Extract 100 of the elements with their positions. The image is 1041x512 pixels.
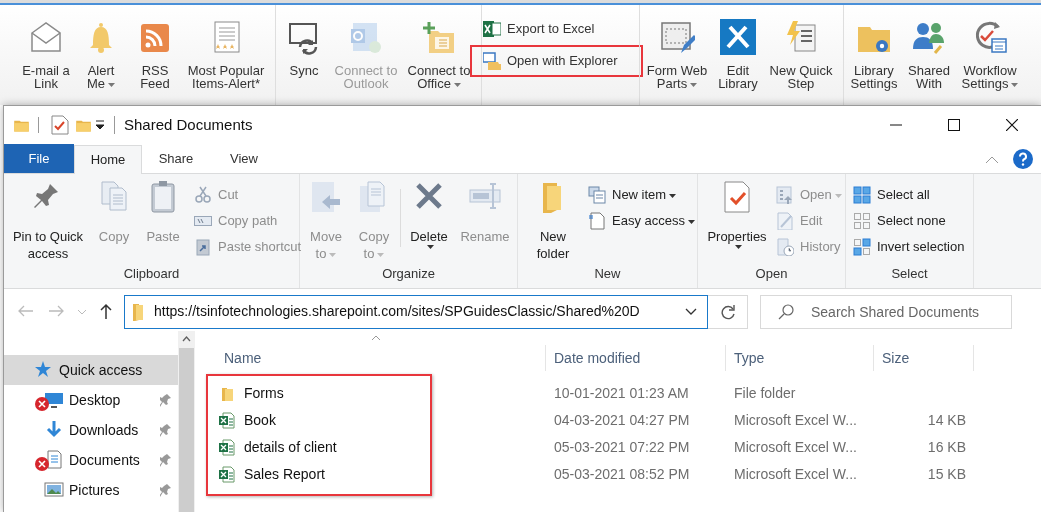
address-field[interactable]: https://tsinfotechnologies.sharepoint.com/sites/SPGuidesClassic/Shared%20D [124, 294, 708, 329]
pin-icon [160, 423, 172, 437]
column-header[interactable]: Name [216, 345, 546, 371]
table-cell-text: Microsoft Excel W... [733, 465, 858, 484]
column-header[interactable]: Type [726, 345, 874, 371]
nav-item[interactable]: Quick access [4, 355, 178, 385]
error-icon [35, 457, 49, 471]
group-label: New [593, 264, 622, 283]
caret-icon [685, 308, 697, 315]
caret-icon [77, 308, 87, 315]
chevron-up-icon [985, 156, 999, 164]
ribbon-button[interactable]: Pin to Quick access [6, 179, 90, 264]
ribbon-tab[interactable]: File [4, 144, 74, 173]
properties-icon [51, 115, 69, 135]
scrollbar[interactable] [178, 331, 195, 512]
ribbon-button[interactable]: Alert Me [75, 5, 127, 105]
tools-icon [720, 19, 756, 55]
group-label: Organize [381, 264, 436, 283]
ribbon-button[interactable]: Properties [700, 179, 774, 264]
history-icon [776, 238, 794, 256]
file-name[interactable]: Forms [244, 383, 284, 404]
search-icon [778, 303, 794, 320]
window-title: Shared Documents [124, 114, 253, 135]
ribbon-button[interactable]: Sync [277, 5, 331, 105]
sort-caret-icon [371, 335, 381, 341]
download-arrow-icon [44, 420, 64, 440]
folder-icon [131, 302, 145, 321]
table-cell-text: 05-03-2021 08:52 PM [553, 465, 691, 484]
ribbon-button[interactable]: Invert selection [853, 234, 965, 260]
ribbon-button[interactable]: Edit Library [713, 5, 763, 105]
table-cell-text: 14 KB [926, 411, 967, 430]
table-cell-text: 15 KB [926, 465, 967, 484]
search-field[interactable]: Search Shared Documents [760, 294, 1012, 329]
up-arrow-icon [98, 303, 114, 320]
table-cell-text: 16 KB [926, 438, 967, 457]
nav-item[interactable]: Pictures [4, 475, 178, 505]
ribbon-tab[interactable]: View [210, 144, 278, 173]
maximize-icon [948, 119, 960, 131]
document-icon [588, 212, 606, 230]
pictures-icon [44, 480, 64, 500]
group-label: Open [754, 264, 789, 283]
excel-icon [483, 20, 501, 38]
table-cell-text: 10-01-2021 01:23 AM [553, 384, 690, 403]
select-none-icon [853, 212, 871, 230]
scrollbar-thumb[interactable] [179, 348, 194, 512]
ribbon-button[interactable]: Open with Explorer [470, 45, 643, 77]
group-label: Select [890, 264, 929, 283]
ribbon-button[interactable]: New folder [520, 179, 586, 264]
scissors-icon [194, 186, 212, 204]
table-cell-text: Microsoft Excel W... [733, 411, 858, 430]
file-name[interactable]: Sales Report [244, 464, 325, 485]
error-icon [35, 397, 49, 411]
ribbon-button[interactable]: Delete [403, 179, 455, 264]
pin-icon [160, 393, 172, 407]
nav-item[interactable]: Documents [4, 445, 178, 475]
ribbon-tab[interactable]: Home [74, 145, 142, 174]
ribbon-button[interactable]: Library Settings [845, 5, 903, 105]
edit-icon [776, 212, 794, 230]
excel-icon [219, 412, 235, 429]
desktop-icon [44, 390, 64, 410]
properties-icon [721, 180, 753, 216]
ribbon-button[interactable]: Form Web Parts [641, 5, 713, 105]
form-edit-icon [659, 19, 695, 55]
monitor-folder-icon [483, 52, 501, 70]
column-header[interactable]: Date modified [546, 345, 726, 371]
ribbon-button[interactable]: Most Popular Items-Alert* [183, 5, 269, 105]
file-name[interactable]: Book [244, 410, 276, 431]
help-icon [1013, 149, 1033, 169]
caret-icon [94, 120, 106, 130]
nav-item[interactable]: Desktop [4, 385, 178, 415]
shortcut-icon [194, 238, 212, 256]
new-item-icon [588, 186, 606, 204]
table-cell-text: File folder [733, 384, 797, 403]
group-label: Clipboard [122, 264, 181, 283]
documents-icon [44, 450, 64, 470]
ribbon-tab[interactable]: Share [142, 144, 210, 173]
ribbon-button[interactable]: E-mail a Link [17, 5, 75, 105]
table-cell-text: 04-03-2021 04:27 PM [553, 411, 691, 430]
column-header[interactable]: Size [874, 345, 974, 371]
ribbon-button[interactable]: Select none [853, 208, 965, 234]
ribbon-button[interactable]: Workflow Settings [955, 5, 1025, 105]
table-cell-text: Microsoft Excel W... [733, 438, 858, 457]
ribbon-button[interactable]: Select all [853, 182, 965, 208]
folder-plus-icon [421, 19, 457, 55]
ribbon-button[interactable]: Export to Excel [481, 13, 633, 45]
ribbon-button[interactable]: Easy access [588, 208, 695, 234]
file-name[interactable]: details of client [244, 437, 337, 458]
minimize-icon [890, 124, 902, 126]
pin-icon [160, 453, 172, 467]
nav-item[interactable]: Downloads [4, 415, 178, 445]
envelope-icon [28, 19, 64, 55]
ribbon-button[interactable]: New item [588, 182, 695, 208]
refresh-button[interactable] [708, 294, 748, 329]
ribbon-button[interactable]: Shared With [903, 5, 955, 105]
ribbon-button[interactable]: New Quick Step [763, 5, 839, 105]
invert-selection-icon [853, 238, 871, 256]
open-icon [776, 186, 794, 204]
ribbon-button[interactable]: RSS Feed [127, 5, 183, 105]
close-icon [1006, 119, 1018, 131]
refresh-icon [719, 303, 736, 320]
